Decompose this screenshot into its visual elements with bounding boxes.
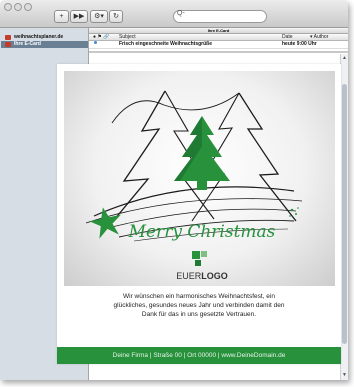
minimize-window-button[interactable] xyxy=(14,3,22,11)
sidebar-item-weihnachtsplaner[interactable]: weihnachtsplaner.de xyxy=(1,34,88,41)
merry-christmas-text: Merry Christmas xyxy=(128,222,276,242)
greeting-line: glückliches, gesundes neues Jahr und ver… xyxy=(113,302,285,309)
greeting-line: Wir wünschen ein harmonisches Weihnachts… xyxy=(123,293,275,300)
mailbox-icon xyxy=(5,35,11,40)
christmas-hero-image: Merry Christmas EUERLOGO xyxy=(64,71,335,286)
sidebar-item-label: Ihre E-Card xyxy=(14,41,41,47)
forward-button[interactable]: ▶▶ xyxy=(70,10,88,23)
company-logo-icon xyxy=(192,251,207,266)
action-menu-button[interactable]: ⚙▾ xyxy=(90,10,108,23)
sidebar-item-label: weihnachtsplaner.de xyxy=(14,34,64,40)
mailbox-icon xyxy=(5,42,11,47)
email-ecard: Merry Christmas EUERLOGO Wir wünschen ei… xyxy=(57,64,341,364)
christmas-tree-illustration: Merry Christmas EUERLOGO xyxy=(85,90,303,281)
window-titlebar: + ▶▶ ⚙▾ ↻ Q- xyxy=(0,0,348,28)
column-flag-icon[interactable]: ● ⚑ 🔗 xyxy=(93,34,110,40)
new-mailbox-button[interactable]: + xyxy=(54,10,69,23)
sparkle-icon xyxy=(289,207,299,217)
sketch-tree-right-right-icon xyxy=(238,92,297,222)
greeting-line: Dank für das in uns gesetzte Vertrauen. xyxy=(141,311,257,318)
message-subject: Frisch eingeschneite Weihnachtsgrüße xyxy=(119,41,212,47)
search-field[interactable]: Q- xyxy=(173,10,267,23)
message-row[interactable]: Frisch eingeschneite Weihnachtsgrüße heu… xyxy=(89,41,348,49)
message-date: heute 9:00 Uhr xyxy=(282,41,317,47)
logo-light-text: EUER xyxy=(176,271,202,281)
zoom-window-button[interactable] xyxy=(24,3,32,11)
message-list-header: ● ⚑ 🔗 Subject Date ▾ Author xyxy=(89,34,348,41)
search-input-placeholder: Q- xyxy=(177,10,185,17)
column-author[interactable]: ▾ Author xyxy=(310,34,328,40)
green-star-icon xyxy=(89,207,121,239)
email-footer: Deine Firma | Straße 00 | Ort 00000 | ww… xyxy=(57,347,341,364)
unread-dot-icon xyxy=(94,41,97,44)
close-window-button[interactable] xyxy=(4,3,12,11)
column-author-label: Author xyxy=(313,34,329,40)
refresh-button[interactable]: ↻ xyxy=(109,10,123,23)
logo-bold-text: LOGO xyxy=(201,271,228,281)
column-subject[interactable]: Subject xyxy=(119,34,136,40)
green-christmas-tree-icon xyxy=(174,116,230,190)
company-logo-text: EUERLOGO xyxy=(176,271,228,281)
scroll-up-icon[interactable]: ▲ xyxy=(342,56,347,61)
swoosh-line-icon xyxy=(93,186,295,217)
preview-scrollbar[interactable]: ▲ ▼ xyxy=(340,54,348,380)
pane-splitter[interactable] xyxy=(89,51,348,53)
sidebar-item-ecard[interactable]: Ihre E-Card xyxy=(1,41,88,48)
mail-window: + ▶▶ ⚙▾ ↻ Q- weihnachtsplaner.de Ihre E-… xyxy=(0,0,348,380)
greeting-text: Wir wünschen ein harmonisches Weihnachts… xyxy=(81,292,317,319)
column-date[interactable]: Date xyxy=(282,34,293,40)
scroll-thumb[interactable] xyxy=(342,84,347,344)
scroll-down-icon[interactable]: ▼ xyxy=(342,373,347,378)
